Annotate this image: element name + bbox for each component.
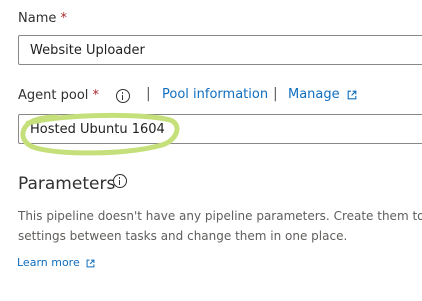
pool-information-link[interactable]: Pool information xyxy=(162,87,268,102)
link-separator: | xyxy=(146,86,151,102)
name-field[interactable] xyxy=(18,35,422,65)
external-link-icon xyxy=(86,259,95,267)
manage-link[interactable]: Manage xyxy=(288,87,357,102)
agent-pool-label: Agent pool * xyxy=(18,88,99,103)
learn-more-link-text: Learn more xyxy=(17,256,80,269)
agent-pool-required-marker: * xyxy=(92,88,100,103)
info-icon[interactable] xyxy=(116,89,130,103)
parameters-description: This pipeline doesn't have any pipeline … xyxy=(18,206,422,246)
external-link-icon xyxy=(347,90,357,99)
parameters-description-line: This pipeline doesn't have any pipeline … xyxy=(18,209,422,223)
info-icon[interactable] xyxy=(113,174,127,188)
parameters-heading: Parameters xyxy=(18,174,116,194)
link-separator: | xyxy=(273,86,278,102)
manage-link-text: Manage xyxy=(288,87,340,102)
name-label: Name * xyxy=(18,11,67,26)
highlight-annotation xyxy=(20,112,180,156)
learn-more-link[interactable]: Learn more xyxy=(17,256,95,269)
name-required-marker: * xyxy=(60,11,68,26)
parameters-description-line: settings between tasks and change them i… xyxy=(18,229,348,243)
name-label-text: Name xyxy=(18,11,57,26)
name-input[interactable] xyxy=(19,36,422,64)
agent-pool-label-text: Agent pool xyxy=(18,88,89,103)
